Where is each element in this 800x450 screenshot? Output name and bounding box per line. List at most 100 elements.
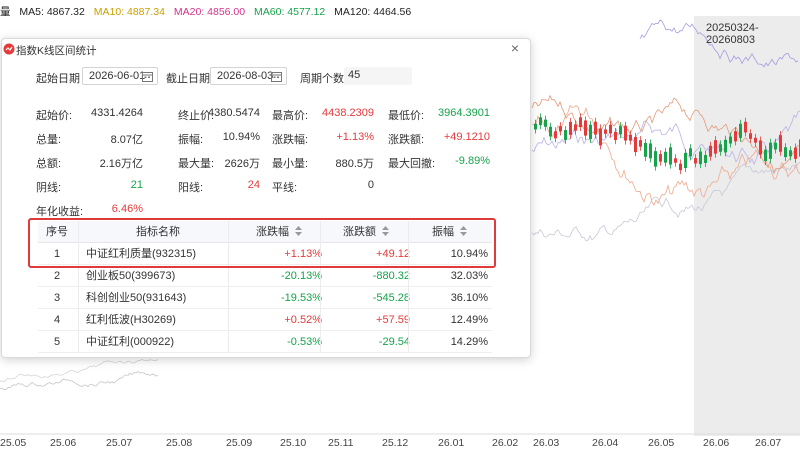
row-change: -29.54	[378, 336, 410, 348]
x-axis-tick: 26.02	[492, 437, 519, 449]
ma120-label: MA120: 4464.56	[334, 6, 412, 18]
x-axis-tick: 25.11	[328, 437, 354, 449]
dialog-header[interactable]: 指数K线区间统计 ×	[2, 39, 530, 59]
close-icon[interactable]: ×	[508, 41, 522, 55]
start-date-picker[interactable]: 2026-06-01	[82, 67, 158, 85]
start-date-value: 2026-06-01	[89, 70, 146, 82]
row-no: 4	[54, 314, 61, 326]
col-header-name: 指标名称	[136, 226, 180, 238]
x-axis-tick: 26.05	[648, 437, 675, 449]
table-row[interactable]: 1 中证红利质量(932315) +1.13% +49.12 10.94%	[38, 243, 492, 265]
row-no: 3	[54, 292, 61, 304]
candlestick	[679, 163, 682, 171]
candlestick	[589, 124, 592, 139]
row-name: 中证红利质量(932315)	[86, 248, 197, 260]
candlestick	[709, 145, 712, 157]
left-line-gray-2	[0, 358, 159, 383]
open-value: 4331.4264	[91, 107, 143, 119]
ma60-label: MA60: 4577.12	[254, 6, 326, 18]
start-date-label: 起始日期	[36, 73, 80, 85]
ma20-label: MA20: 4856.00	[173, 6, 246, 18]
candlestick	[574, 124, 577, 131]
col-header-amplitude-label: 振幅	[432, 226, 454, 238]
volume-value: 8.07亿	[110, 134, 143, 146]
row-change: +49.12	[376, 248, 410, 260]
turnover-value: 2.16万亿	[99, 158, 143, 170]
row-amplitude: 14.29%	[450, 336, 488, 348]
table-row[interactable]: 5 中证红利(000922) -0.53% -29.54 14.29%	[38, 331, 492, 353]
candlestick	[569, 121, 572, 135]
candlestick	[764, 149, 767, 162]
candlestick	[539, 117, 542, 126]
range-shade	[694, 16, 800, 436]
candlestick	[664, 151, 667, 163]
max-volume-label: 最大量:	[178, 158, 215, 170]
dialog-title: 指数K线区间统计	[16, 45, 97, 57]
row-change-pct: -20.13%	[281, 270, 322, 282]
candlestick	[699, 151, 702, 165]
period-count-value: 45	[348, 69, 361, 81]
candlestick	[554, 131, 557, 139]
row-amplitude: 36.10%	[450, 292, 488, 304]
candlestick	[624, 125, 627, 141]
candlestick	[644, 142, 647, 157]
col-header-change-pct-label: 涨跌幅	[256, 226, 289, 238]
candlestick	[604, 129, 607, 134]
ma-legend: 量 MA5: 4867.32 MA10: 4887.34 MA20: 4856.…	[0, 4, 417, 18]
ma10-label: MA10: 4887.34	[93, 6, 165, 18]
candlestick	[784, 147, 787, 158]
low-value: 3964.3901	[438, 107, 490, 119]
candlestick	[674, 158, 677, 163]
high-value: 4438.2309	[322, 107, 374, 119]
x-axis-tick: 25.09	[226, 437, 253, 449]
candlestick	[789, 150, 792, 157]
x-axis-tick: 26.04	[592, 437, 619, 449]
x-axis-tick: 26.01	[438, 437, 465, 449]
candlestick	[739, 123, 742, 138]
candlestick	[544, 119, 547, 127]
sort-icon	[295, 226, 302, 236]
candlestick	[769, 142, 772, 159]
max-volume-value: 2626万	[224, 158, 260, 170]
row-name: 科创创业50(931643)	[86, 292, 187, 304]
candlestick	[684, 152, 687, 169]
candlestick	[694, 158, 697, 164]
annual-return-value: 6.46%	[111, 203, 143, 215]
candlestick	[659, 154, 662, 162]
end-date-label: 截止日期	[166, 73, 210, 85]
end-date-picker[interactable]: 2026-08-03	[210, 67, 287, 85]
col-header-change[interactable]: 涨跌额	[343, 221, 389, 243]
max-drawdown-value: -9.89%	[455, 155, 490, 167]
period-count-field[interactable]: 45	[344, 67, 412, 85]
ma5-label: MA5: 4867.32	[19, 6, 85, 18]
down-candles-label: 阴线:	[36, 182, 62, 194]
row-amplitude: 12.49%	[450, 314, 488, 326]
candlestick	[614, 132, 617, 141]
candlestick	[594, 121, 597, 135]
candlestick	[564, 130, 567, 140]
candlestick	[549, 126, 552, 137]
candlestick	[654, 151, 657, 167]
max-drawdown-label: 最大回撤:	[388, 158, 436, 170]
candlestick	[704, 155, 707, 163]
table-row[interactable]: 3 科创创业50(931643) -19.53% -545.28 36.10%	[38, 287, 492, 309]
col-header-change-pct[interactable]: 涨跌幅	[256, 221, 302, 243]
candlestick	[744, 121, 747, 133]
candlestick	[689, 148, 692, 157]
table-row[interactable]: 4 红利低波(H30269) +0.52% +57.59 12.49%	[38, 309, 492, 331]
volume-label: 量	[0, 6, 11, 18]
end-date-value: 2026-08-03	[217, 70, 274, 82]
x-axis-tick: 26.07	[755, 437, 782, 449]
change-amount-label: 涨跌额:	[388, 134, 425, 146]
stats-icon	[3, 43, 15, 55]
table-row[interactable]: 2 创业板50(399673) -20.13% -880.32 32.03%	[38, 265, 492, 287]
comparison-table: 序号 指标名称 涨跌幅 涨跌额 振幅 1 中证红利质量(932315) +1.13%…	[38, 221, 492, 353]
up-candles-value: 24	[247, 179, 260, 191]
row-name: 创业板50(399673)	[86, 270, 176, 282]
col-header-amplitude[interactable]: 振幅	[432, 221, 467, 243]
calendar-icon	[142, 72, 153, 82]
candlestick	[779, 135, 782, 152]
candlestick	[584, 120, 587, 136]
row-no: 1	[54, 248, 61, 260]
flat-candles-value: 0	[367, 179, 374, 191]
